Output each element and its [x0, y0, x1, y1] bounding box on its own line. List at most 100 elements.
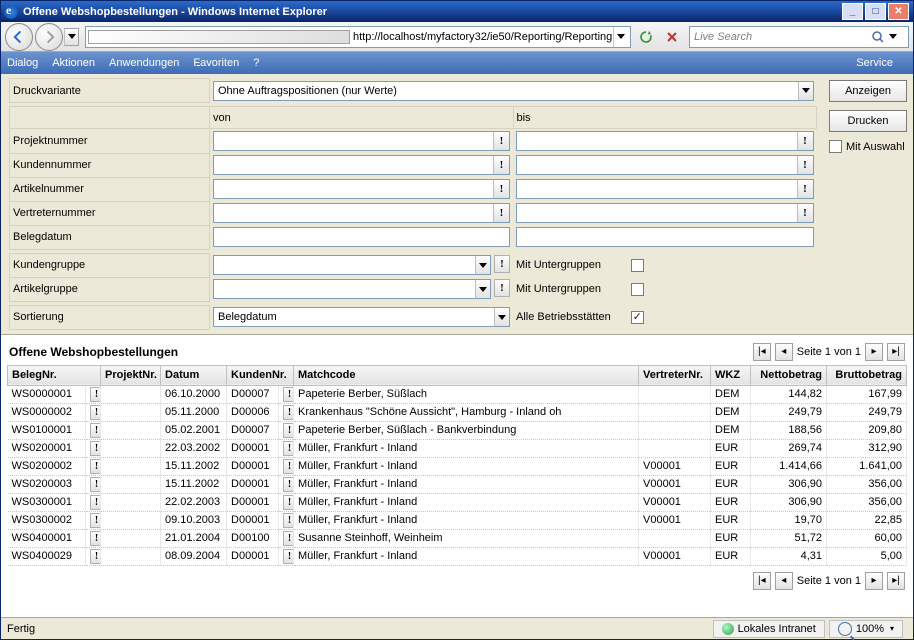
vertreternummer-bis-input[interactable]: ! — [516, 203, 814, 223]
pager-next[interactable]: ▸ — [865, 572, 883, 590]
cell-kundennr-picker[interactable]: ! — [279, 511, 294, 529]
picker-icon[interactable]: ! — [493, 156, 509, 174]
artikelgruppe-select[interactable] — [213, 279, 491, 299]
cell-kundennr-picker[interactable]: ! — [279, 439, 294, 457]
table-row[interactable]: WS0000001!06.10.2000D00007!Papeterie Ber… — [8, 385, 907, 403]
cell-belegnr-picker[interactable]: ! — [86, 403, 101, 421]
table-row[interactable]: WS0400029!08.09.2004D00001!Müller, Frank… — [8, 547, 907, 565]
table-row[interactable]: WS0200003!15.11.2002D00001!Müller, Frank… — [8, 475, 907, 493]
pager-prev[interactable]: ◂ — [775, 572, 793, 590]
picker-icon[interactable]: ! — [797, 180, 813, 198]
menu-aktionen[interactable]: Aktionen — [52, 57, 95, 69]
forward-button[interactable] — [35, 23, 63, 51]
maximize-button[interactable]: □ — [865, 3, 886, 20]
status-zoom[interactable]: 100% ▾ — [829, 620, 903, 638]
cell-kundennr-picker[interactable]: ! — [279, 403, 294, 421]
stop-button[interactable] — [661, 26, 683, 48]
pager-last[interactable]: ▸| — [887, 572, 905, 590]
cell-kundennr-picker[interactable]: ! — [279, 475, 294, 493]
col-wkz[interactable]: WKZ — [711, 365, 751, 385]
col-nettobetrag[interactable]: Nettobetrag — [751, 365, 827, 385]
col-matchcode[interactable]: Matchcode — [294, 365, 639, 385]
picker-icon[interactable]: ! — [797, 204, 813, 222]
pager-prev[interactable]: ◂ — [775, 343, 793, 361]
table-row[interactable]: WS0100001!05.02.2001D00007!Papeterie Ber… — [8, 421, 907, 439]
nav-history-dropdown[interactable] — [64, 28, 79, 46]
cell-belegnr-picker[interactable]: ! — [86, 385, 101, 403]
druckvariante-select[interactable]: Ohne Auftragspositionen (nur Werte) — [213, 81, 814, 101]
kundengruppe-picker[interactable]: ! — [494, 255, 510, 273]
table-row[interactable]: WS0000002!05.11.2000D00006!Krankenhaus "… — [8, 403, 907, 421]
menu-dialog[interactable]: Dialog — [7, 57, 38, 69]
cell-kundennr-picker[interactable]: ! — [279, 457, 294, 475]
table-row[interactable]: WS0400001!21.01.2004D00100!Susanne Stein… — [8, 529, 907, 547]
minimize-button[interactable]: _ — [842, 3, 863, 20]
artikelnummer-bis-input[interactable]: ! — [516, 179, 814, 199]
cell-kundennr-picker[interactable]: ! — [279, 493, 294, 511]
projektnummer-von-input[interactable]: ! — [213, 131, 510, 151]
col-datum[interactable]: Datum — [161, 365, 227, 385]
cell-wkz: DEM — [711, 403, 751, 421]
kundengruppe-untergruppen-checkbox[interactable] — [631, 259, 644, 272]
menu-service[interactable]: Service — [856, 57, 893, 69]
artikelnummer-von-input[interactable]: ! — [213, 179, 510, 199]
belegdatum-bis-input[interactable] — [516, 227, 814, 247]
col-bruttobetrag[interactable]: Bruttobetrag — [827, 365, 907, 385]
refresh-button[interactable] — [635, 26, 657, 48]
cell-belegnr-picker[interactable]: ! — [86, 457, 101, 475]
cell-belegnr-picker[interactable]: ! — [86, 529, 101, 547]
drucken-button[interactable]: Drucken — [829, 110, 907, 132]
cell-kundennr-picker[interactable]: ! — [279, 529, 294, 547]
live-search-input[interactable]: Live Search — [689, 26, 909, 48]
cell-belegnr-picker[interactable]: ! — [86, 511, 101, 529]
menu-anwendungen[interactable]: Anwendungen — [109, 57, 179, 69]
search-placeholder: Live Search — [694, 31, 871, 43]
cell-kundennr: D00001 — [227, 493, 279, 511]
kundengruppe-select[interactable] — [213, 255, 491, 275]
picker-icon[interactable]: ! — [797, 132, 813, 150]
col-projektnr[interactable]: ProjektNr. — [101, 365, 161, 385]
url-bar[interactable]: http://localhost/myfactory32/ie50/Report… — [85, 26, 631, 48]
picker-icon[interactable]: ! — [797, 156, 813, 174]
picker-icon[interactable]: ! — [493, 180, 509, 198]
menu-help[interactable]: ? — [253, 57, 259, 69]
col-kundennr[interactable]: KundenNr. — [227, 365, 294, 385]
table-row[interactable]: WS0200002!15.11.2002D00001!Müller, Frank… — [8, 457, 907, 475]
artikelgruppe-picker[interactable]: ! — [494, 279, 510, 297]
cell-belegnr-picker[interactable]: ! — [86, 421, 101, 439]
table-row[interactable]: WS0300002!09.10.2003D00001!Müller, Frank… — [8, 511, 907, 529]
belegdatum-von-input[interactable] — [213, 227, 510, 247]
vertreternummer-von-input[interactable]: ! — [213, 203, 510, 223]
picker-icon[interactable]: ! — [493, 132, 509, 150]
table-row[interactable]: WS0300001!22.02.2003D00001!Müller, Frank… — [8, 493, 907, 511]
menu-favoriten[interactable]: Favoriten — [193, 57, 239, 69]
col-vertreternr[interactable]: VertreterNr. — [639, 365, 711, 385]
artikelgruppe-untergruppen-checkbox[interactable] — [631, 283, 644, 296]
cell-kundennr-picker[interactable]: ! — [279, 385, 294, 403]
pager-next[interactable]: ▸ — [865, 343, 883, 361]
search-dropdown[interactable] — [889, 34, 904, 39]
anzeigen-button[interactable]: Anzeigen — [829, 80, 907, 102]
cell-brutto: 356,00 — [827, 493, 907, 511]
cell-belegnr-picker[interactable]: ! — [86, 547, 101, 565]
cell-kundennr-picker[interactable]: ! — [279, 421, 294, 439]
picker-icon[interactable]: ! — [493, 204, 509, 222]
close-button[interactable]: ✕ — [888, 3, 909, 20]
cell-kundennr-picker[interactable]: ! — [279, 547, 294, 565]
cell-belegnr-picker[interactable]: ! — [86, 439, 101, 457]
kundennummer-von-input[interactable]: ! — [213, 155, 510, 175]
url-dropdown[interactable] — [613, 27, 628, 47]
pager-first[interactable]: |◂ — [753, 343, 771, 361]
kundennummer-bis-input[interactable]: ! — [516, 155, 814, 175]
mit-auswahl-checkbox[interactable] — [829, 140, 842, 153]
cell-belegnr-picker[interactable]: ! — [86, 475, 101, 493]
sortierung-select[interactable]: Belegdatum — [213, 307, 510, 327]
alle-betriebsstaetten-checkbox[interactable] — [631, 311, 644, 324]
pager-last[interactable]: ▸| — [887, 343, 905, 361]
col-belegnr[interactable]: BelegNr. — [8, 365, 101, 385]
back-button[interactable] — [5, 23, 33, 51]
table-row[interactable]: WS0200001!22.03.2002D00001!Müller, Frank… — [8, 439, 907, 457]
projektnummer-bis-input[interactable]: ! — [516, 131, 814, 151]
cell-belegnr-picker[interactable]: ! — [86, 493, 101, 511]
pager-first[interactable]: |◂ — [753, 572, 771, 590]
